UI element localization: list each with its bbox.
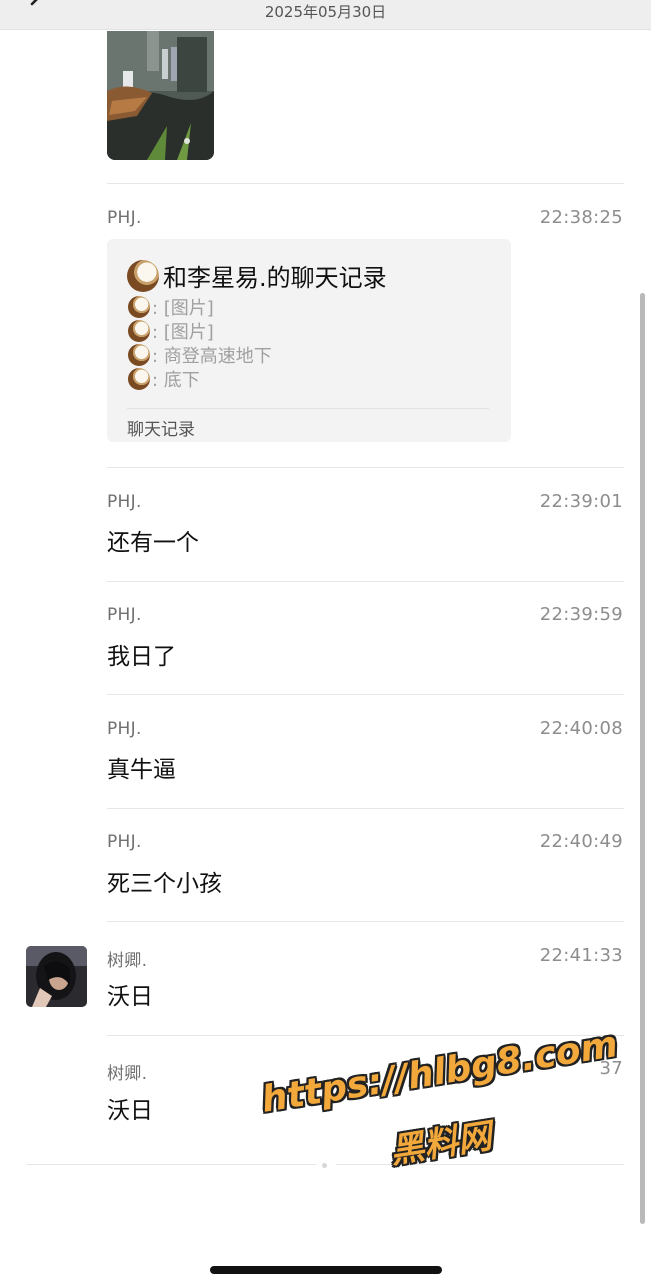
- message-text[interactable]: 死三个小孩: [107, 864, 222, 898]
- coconut-icon: [127, 259, 159, 292]
- message-text[interactable]: 沃日: [107, 977, 153, 1011]
- avatar[interactable]: [26, 946, 87, 1007]
- chat-record-title-row: 和李星易.的聊天记录: [127, 258, 387, 293]
- scrollbar[interactable]: [640, 293, 645, 1224]
- divider: [336, 1164, 624, 1165]
- chat-record-line: : 商登高速地下: [128, 343, 272, 367]
- message-time: 22:40:08: [539, 718, 623, 739]
- message-time: 22:40:49: [539, 831, 623, 852]
- coconut-icon: [128, 320, 150, 342]
- coconut-icon: [128, 368, 150, 390]
- page-indicator-dot: [322, 1163, 327, 1168]
- sender-name: PHJ.: [107, 492, 142, 512]
- divider: [107, 808, 624, 809]
- message-time: 22:39:01: [539, 491, 623, 512]
- message-time: 22:38:25: [539, 207, 623, 228]
- sender-name: PHJ.: [107, 605, 142, 625]
- message-text[interactable]: 真牛逼: [107, 750, 176, 784]
- coconut-icon: [128, 296, 150, 318]
- header-bar: 2025年05月30日: [0, 0, 651, 30]
- divider: [107, 467, 624, 468]
- sender-name: PHJ.: [107, 208, 142, 228]
- message-time: 22:39:59: [539, 604, 623, 625]
- message-time: 22:41:33: [539, 945, 623, 966]
- divider: [107, 183, 624, 184]
- chat-record-line: : [图片]: [128, 295, 272, 319]
- home-indicator[interactable]: [210, 1266, 442, 1274]
- sender-name: PHJ.: [107, 832, 142, 852]
- card-divider: [127, 408, 489, 409]
- message-text[interactable]: 沃日: [107, 1091, 153, 1125]
- divider: [107, 921, 624, 922]
- chat-record-line: : [图片]: [128, 319, 272, 343]
- chat-record-line: : 底下: [128, 367, 272, 391]
- sender-name: PHJ.: [107, 719, 142, 739]
- chat-record-lines: : [图片] : [图片] : 商登高速地下 : 底下: [128, 295, 272, 391]
- chat-record-label: 聊天记录: [127, 420, 195, 440]
- divider: [107, 694, 624, 695]
- message-text[interactable]: 还有一个: [107, 523, 199, 557]
- photo-thumbnail[interactable]: [107, 31, 214, 160]
- chat-record-title: 和李星易.的聊天记录: [163, 264, 387, 292]
- header-date: 2025年05月30日: [264, 3, 387, 21]
- divider: [107, 581, 624, 582]
- divider: [26, 1164, 316, 1165]
- coconut-icon: [128, 344, 150, 366]
- sender-name: 树卿.: [107, 951, 148, 971]
- message-text[interactable]: 我日了: [107, 637, 176, 671]
- chat-record-card[interactable]: 和李星易.的聊天记录 : [图片] : [图片] : 商登高速地下 : 底下 聊…: [107, 239, 511, 442]
- sender-name: 树卿.: [107, 1064, 148, 1084]
- watermark-url: https://hlbg8.com: [258, 1023, 621, 1121]
